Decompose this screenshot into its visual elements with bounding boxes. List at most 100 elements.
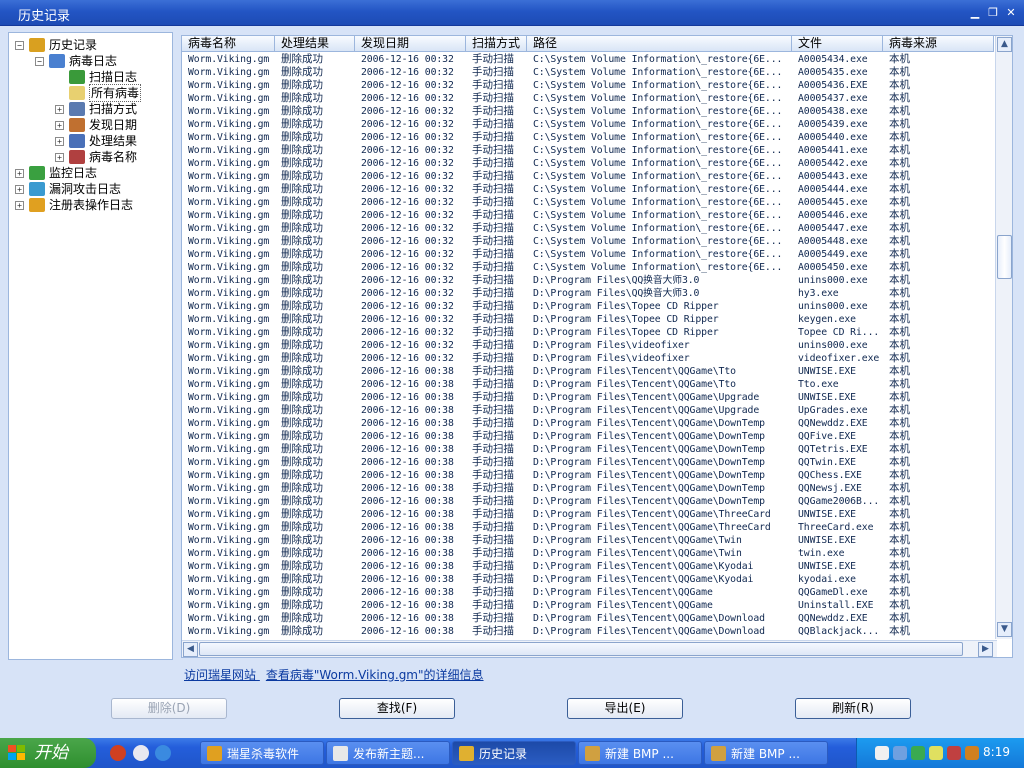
- table-row[interactable]: Worm.Viking.gm 删除成功 2006-12-16 00:38 手动扫描 D:…: [182, 417, 994, 430]
- table-row[interactable]: Worm.Viking.gm 删除成功 2006-12-16 00:38 手动扫描 D:…: [182, 404, 994, 417]
- table-row[interactable]: Worm.Viking.gm 删除成功 2006-12-16 00:38 手动扫描 D:…: [182, 365, 994, 378]
- table-row[interactable]: Worm.Viking.gm 删除成功 2006-12-16 00:32 手动扫描 D:…: [182, 313, 994, 326]
- scroll-down-icon[interactable]: ▼: [997, 622, 1012, 637]
- table-row[interactable]: Worm.Viking.gm 删除成功 2006-12-16 00:32 手动扫描 C:…: [182, 144, 994, 157]
- table-row[interactable]: Worm.Viking.gm 删除成功 2006-12-16 00:38 手动扫描 D:…: [182, 573, 994, 586]
- table-row[interactable]: Worm.Viking.gm 删除成功 2006-12-16 00:32 手动扫描 D:…: [182, 300, 994, 313]
- table-row[interactable]: Worm.Viking.gm 删除成功 2006-12-16 00:32 手动扫描 C:…: [182, 92, 994, 105]
- table-row[interactable]: Worm.Viking.gm 删除成功 2006-12-16 00:32 手动扫描 D:…: [182, 326, 994, 339]
- horizontal-scroll-thumb[interactable]: [199, 642, 963, 656]
- table-row[interactable]: Worm.Viking.gm 删除成功 2006-12-16 00:32 手动扫描 D:…: [182, 339, 994, 352]
- find-button[interactable]: 查找(F): [339, 698, 455, 719]
- tray-volume-icon[interactable]: [929, 746, 943, 760]
- scroll-up-icon[interactable]: ▲: [997, 37, 1012, 52]
- column-header[interactable]: 处理结果: [275, 36, 355, 52]
- refresh-button[interactable]: 刷新(R): [795, 698, 911, 719]
- log-tree[interactable]: − 历史记录 − 病毒日志 扫描日志 所有病毒 + 扫描方式 + 发现日期 + 处理结果 + 病毒名称 + 监…: [8, 32, 173, 660]
- taskbar-button[interactable]: 新建 BMP ...: [704, 741, 828, 765]
- tree-item[interactable]: 扫描日志: [55, 69, 137, 85]
- expand-icon[interactable]: +: [55, 152, 64, 162]
- tree-item[interactable]: − 历史记录: [15, 37, 97, 53]
- table-row[interactable]: Worm.Viking.gm 删除成功 2006-12-16 00:32 手动扫描 C:…: [182, 183, 994, 196]
- start-button[interactable]: 开始: [0, 738, 96, 768]
- tree-item[interactable]: + 发现日期: [55, 117, 137, 133]
- expand-icon[interactable]: +: [55, 120, 64, 130]
- table-row[interactable]: Worm.Viking.gm 删除成功 2006-12-16 00:32 手动扫描 C:…: [182, 131, 994, 144]
- table-row[interactable]: Worm.Viking.gm 删除成功 2006-12-16 00:38 手动扫描 D:…: [182, 625, 994, 638]
- table-row[interactable]: Worm.Viking.gm 删除成功 2006-12-16 00:32 手动扫描 D:…: [182, 287, 994, 300]
- tree-item[interactable]: + 监控日志: [15, 165, 97, 181]
- quicklaunch-media-icon[interactable]: [110, 745, 126, 761]
- quicklaunch-app-icon[interactable]: [133, 745, 149, 761]
- table-row[interactable]: Worm.Viking.gm 删除成功 2006-12-16 00:32 手动扫描 D:…: [182, 352, 994, 365]
- taskbar-button[interactable]: 历史记录: [452, 741, 576, 765]
- table-row[interactable]: Worm.Viking.gm 删除成功 2006-12-16 00:32 手动扫描 C:…: [182, 170, 994, 183]
- vertical-scrollbar[interactable]: ▲ ▼: [995, 36, 1012, 639]
- expand-icon[interactable]: +: [15, 168, 24, 178]
- scroll-left-icon[interactable]: ◀: [183, 642, 198, 657]
- delete-button[interactable]: 删除(D): [111, 698, 227, 719]
- scroll-right-icon[interactable]: ▶: [978, 642, 993, 657]
- quicklaunch-ie-icon[interactable]: [155, 745, 171, 761]
- table-body[interactable]: Worm.Viking.gm 删除成功 2006-12-16 00:32 手动扫描 C:…: [182, 53, 994, 639]
- table-row[interactable]: Worm.Viking.gm 删除成功 2006-12-16 00:38 手动扫描 D:…: [182, 456, 994, 469]
- tray-keyboard-icon[interactable]: [875, 746, 889, 760]
- view-virus-details-link[interactable]: 查看病毒"Worm.Viking.gm"的详细信息: [266, 668, 484, 682]
- history-table[interactable]: 病毒名称 处理结果 发现日期 扫描方式 路径 文件 病毒来源 Worm.Viking.gm 删…: [181, 35, 1013, 658]
- tray-shield-icon[interactable]: [965, 746, 979, 760]
- visit-site-link[interactable]: 访问瑞星网站: [184, 668, 256, 682]
- table-row[interactable]: Worm.Viking.gm 删除成功 2006-12-16 00:38 手动扫描 D:…: [182, 469, 994, 482]
- tree-item[interactable]: + 扫描方式: [55, 101, 137, 117]
- expand-icon[interactable]: +: [55, 136, 64, 146]
- table-row[interactable]: Worm.Viking.gm 删除成功 2006-12-16 00:38 手动扫描 D:…: [182, 534, 994, 547]
- table-row[interactable]: Worm.Viking.gm 删除成功 2006-12-16 00:32 手动扫描 C:…: [182, 79, 994, 92]
- column-header[interactable]: 文件: [792, 36, 883, 52]
- table-row[interactable]: Worm.Viking.gm 删除成功 2006-12-16 00:38 手动扫描 D:…: [182, 586, 994, 599]
- tree-item[interactable]: + 病毒名称: [55, 149, 137, 165]
- collapse-icon[interactable]: −: [35, 56, 44, 66]
- taskbar-button[interactable]: 瑞星杀毒软件: [200, 741, 324, 765]
- table-row[interactable]: Worm.Viking.gm 删除成功 2006-12-16 00:38 手动扫描 D:…: [182, 391, 994, 404]
- column-header[interactable]: 病毒名称: [182, 36, 275, 52]
- table-row[interactable]: Worm.Viking.gm 删除成功 2006-12-16 00:38 手动扫描 D:…: [182, 560, 994, 573]
- vertical-scroll-thumb[interactable]: [997, 235, 1012, 279]
- table-row[interactable]: Worm.Viking.gm 删除成功 2006-12-16 00:38 手动扫描 D:…: [182, 508, 994, 521]
- tree-item[interactable]: 所有病毒: [55, 84, 142, 102]
- column-header[interactable]: 发现日期: [355, 36, 466, 52]
- collapse-icon[interactable]: −: [15, 40, 24, 50]
- tree-item[interactable]: + 漏洞攻击日志: [15, 181, 121, 197]
- table-row[interactable]: Worm.Viking.gm 删除成功 2006-12-16 00:32 手动扫描 C:…: [182, 209, 994, 222]
- tray-network-icon[interactable]: [893, 746, 907, 760]
- window-titlebar[interactable]: 历史记录 ▁ ❐ ✕: [0, 0, 1024, 26]
- minimize-icon[interactable]: ▁: [968, 6, 982, 19]
- expand-icon[interactable]: +: [55, 104, 64, 114]
- table-row[interactable]: Worm.Viking.gm 删除成功 2006-12-16 00:38 手动扫描 D:…: [182, 521, 994, 534]
- table-row[interactable]: Worm.Viking.gm 删除成功 2006-12-16 00:38 手动扫描 D:…: [182, 495, 994, 508]
- table-row[interactable]: Worm.Viking.gm 删除成功 2006-12-16 00:38 手动扫描 D:…: [182, 430, 994, 443]
- column-header[interactable]: 路径: [527, 36, 792, 52]
- expand-icon[interactable]: +: [15, 200, 24, 210]
- taskbar-button[interactable]: 发布新主题...: [326, 741, 450, 765]
- table-row[interactable]: Worm.Viking.gm 删除成功 2006-12-16 00:38 手动扫描 D:…: [182, 547, 994, 560]
- table-row[interactable]: Worm.Viking.gm 删除成功 2006-12-16 00:32 手动扫描 C:…: [182, 235, 994, 248]
- table-row[interactable]: Worm.Viking.gm 删除成功 2006-12-16 00:38 手动扫描 D:…: [182, 378, 994, 391]
- table-row[interactable]: Worm.Viking.gm 删除成功 2006-12-16 00:32 手动扫描 C:…: [182, 105, 994, 118]
- table-row[interactable]: Worm.Viking.gm 删除成功 2006-12-16 00:38 手动扫描 D:…: [182, 612, 994, 625]
- table-row[interactable]: Worm.Viking.gm 删除成功 2006-12-16 00:32 手动扫描 C:…: [182, 157, 994, 170]
- table-row[interactable]: Worm.Viking.gm 删除成功 2006-12-16 00:32 手动扫描 C:…: [182, 53, 994, 66]
- column-header[interactable]: 扫描方式: [466, 36, 527, 52]
- column-header[interactable]: 病毒来源: [883, 36, 994, 52]
- tree-item[interactable]: + 注册表操作日志: [15, 197, 133, 213]
- table-row[interactable]: Worm.Viking.gm 删除成功 2006-12-16 00:38 手动扫描 D:…: [182, 482, 994, 495]
- tree-item[interactable]: − 病毒日志: [35, 53, 117, 69]
- close-icon[interactable]: ✕: [1004, 6, 1018, 19]
- expand-icon[interactable]: +: [15, 184, 24, 194]
- table-row[interactable]: Worm.Viking.gm 删除成功 2006-12-16 00:32 手动扫描 C:…: [182, 196, 994, 209]
- export-button[interactable]: 导出(E): [567, 698, 683, 719]
- horizontal-scrollbar[interactable]: ◀ ▶: [182, 640, 997, 657]
- table-row[interactable]: Worm.Viking.gm 删除成功 2006-12-16 00:32 手动扫描 D:…: [182, 274, 994, 287]
- table-row[interactable]: Worm.Viking.gm 删除成功 2006-12-16 00:38 手动扫描 D:…: [182, 599, 994, 612]
- table-row[interactable]: Worm.Viking.gm 删除成功 2006-12-16 00:32 手动扫描 C:…: [182, 66, 994, 79]
- table-row[interactable]: Worm.Viking.gm 删除成功 2006-12-16 00:32 手动扫描 C:…: [182, 118, 994, 131]
- tree-item[interactable]: + 处理结果: [55, 133, 137, 149]
